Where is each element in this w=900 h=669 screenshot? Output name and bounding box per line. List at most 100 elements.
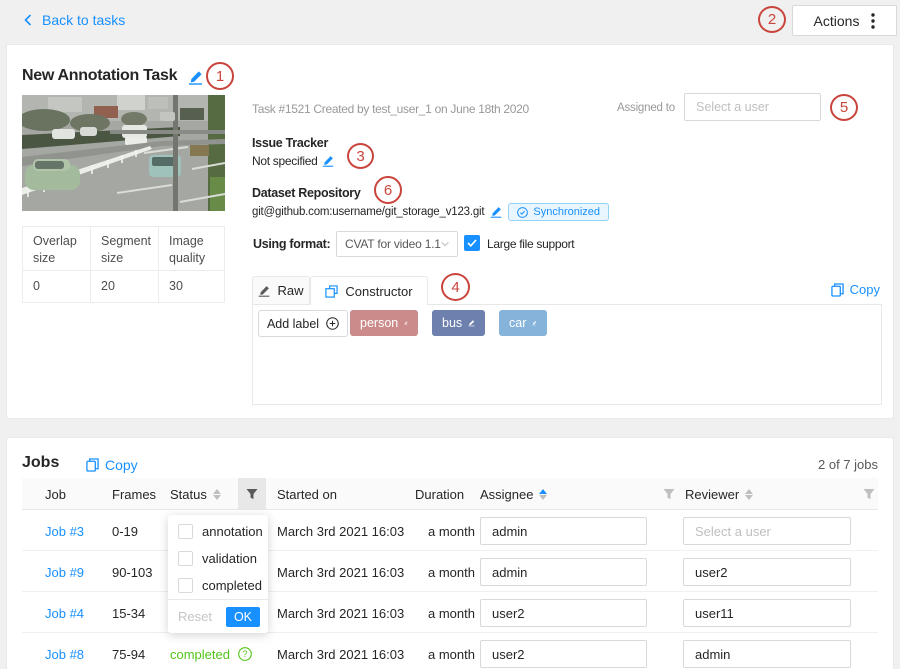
block-icon	[325, 285, 338, 298]
task-meta: Task #1521 Created by test_user_1 on Jun…	[252, 102, 529, 116]
filter-option-completed[interactable]: completed	[168, 566, 268, 593]
label-chip-bus[interactable]: bus	[432, 310, 485, 336]
filter-assignee-button[interactable]	[663, 488, 675, 503]
filter-option-annotation[interactable]: annotation	[168, 515, 268, 539]
job-started: March 3rd 2021 16:03	[277, 565, 404, 580]
edit-label-icon[interactable]	[532, 317, 537, 329]
more-vertical-icon	[871, 13, 875, 29]
copy-icon	[86, 458, 99, 472]
edit-label-icon[interactable]	[468, 317, 475, 329]
actions-button[interactable]: Actions	[792, 5, 897, 36]
jobs-table-header: Job Frames Status Started on Duration As…	[22, 478, 878, 510]
filter-icon	[863, 488, 875, 500]
job-frames: 75-94	[112, 647, 145, 662]
job-row: Job #3 0-19 March 3rd 2021 16:03 a month…	[22, 511, 878, 551]
reviewer-input[interactable]: Select a user	[683, 517, 851, 545]
dataset-repository-label: Dataset Repository	[252, 186, 361, 200]
sync-status-badge: Synchronized	[508, 203, 609, 221]
assignee-input[interactable]: user2	[480, 640, 647, 668]
col-job[interactable]: Job	[45, 478, 66, 510]
param-header-segment: Segment size	[91, 227, 159, 270]
assignee-input[interactable]: admin	[480, 517, 647, 545]
annotation-circle-4: 4	[441, 273, 470, 301]
param-value-quality: 30	[159, 271, 224, 302]
task-title: New Annotation Task	[22, 67, 177, 85]
filter-status-button[interactable]	[238, 478, 266, 510]
sort-reviewer-icon[interactable]	[745, 489, 753, 500]
issue-tracker-label: Issue Tracker	[252, 136, 328, 150]
edit-issue-tracker-icon[interactable]	[322, 155, 334, 167]
dataset-repository-value: git@github.com:username/git_storage_v123…	[252, 206, 484, 218]
sort-status-icon[interactable]	[213, 489, 221, 500]
copy-icon	[831, 283, 844, 297]
job-link[interactable]: Job #9	[45, 565, 84, 580]
assignee-input[interactable]: admin	[480, 558, 647, 586]
col-assignee[interactable]: Assignee	[480, 478, 547, 510]
labels-copy-button[interactable]: Copy	[831, 282, 880, 297]
jobs-count: 2 of 7 jobs	[760, 457, 878, 472]
back-to-tasks-link[interactable]: Back to tasks	[22, 12, 125, 28]
status-filter-dropdown: annotation validation completed Reset OK	[168, 515, 268, 633]
sort-assignee-icon[interactable]	[539, 489, 547, 500]
labels-editor: Raw Constructor Copy Add label	[252, 276, 882, 405]
filter-icon	[663, 488, 675, 500]
job-duration: a month	[428, 606, 475, 621]
assigned-to-label: Assigned to	[617, 102, 675, 114]
edit-title-icon[interactable]	[188, 70, 203, 85]
reviewer-input[interactable]: admin	[683, 640, 851, 668]
assigned-to-input[interactable]: Select a user	[684, 93, 821, 121]
checkbox[interactable]	[178, 524, 193, 539]
job-link[interactable]: Job #4	[45, 606, 84, 621]
question-circle-icon: ?	[238, 647, 252, 661]
reviewer-input[interactable]: user11	[683, 599, 851, 627]
checkbox[interactable]	[178, 551, 193, 566]
filter-option-validation[interactable]: validation	[168, 539, 268, 566]
format-select[interactable]: CVAT for video 1.1	[336, 231, 458, 257]
edit-label-icon[interactable]	[404, 317, 408, 329]
tab-raw[interactable]: Raw	[252, 276, 310, 305]
param-header-quality: Image quality	[159, 227, 224, 270]
filter-ok-button[interactable]: OK	[226, 607, 260, 627]
large-file-support-checkbox[interactable]	[464, 235, 480, 251]
assignee-input[interactable]: user2	[480, 599, 647, 627]
job-link[interactable]: Job #3	[45, 524, 84, 539]
job-frames: 90-103	[112, 565, 152, 580]
param-value-segment: 20	[91, 271, 159, 302]
job-duration: a month	[428, 524, 475, 539]
annotation-circle-6: 6	[374, 176, 402, 204]
jobs-title: Jobs	[22, 454, 59, 472]
annotation-circle-5: 5	[830, 94, 858, 121]
back-to-tasks-label: Back to tasks	[42, 12, 125, 28]
job-row: Job #4 15-34 March 3rd 2021 16:03 a mont…	[22, 593, 878, 633]
task-preview-image	[22, 95, 225, 211]
actions-label: Actions	[814, 13, 860, 29]
edit-repository-icon[interactable]	[490, 206, 502, 218]
param-header-overlap: Overlap size	[23, 227, 91, 270]
col-frames[interactable]: Frames	[112, 478, 156, 510]
annotation-circle-3: 3	[347, 143, 374, 169]
reviewer-input[interactable]: user2	[683, 558, 851, 586]
job-started: March 3rd 2021 16:03	[277, 524, 404, 539]
job-frames: 15-34	[112, 606, 145, 621]
label-chip-person[interactable]: person	[350, 310, 418, 336]
filter-reviewer-button[interactable]	[863, 488, 875, 503]
check-circle-icon	[517, 207, 528, 218]
job-link[interactable]: Job #8	[45, 647, 84, 662]
checkbox[interactable]	[178, 578, 193, 593]
job-frames: 0-19	[112, 524, 138, 539]
svg-text:?: ?	[242, 649, 247, 659]
tab-constructor[interactable]: Constructor	[310, 276, 428, 306]
annotation-circle-2: 2	[758, 6, 786, 33]
issue-tracker-value: Not specified	[252, 154, 317, 168]
col-duration[interactable]: Duration	[415, 478, 464, 510]
chevron-down-icon	[441, 241, 449, 247]
filter-reset-button[interactable]: Reset	[178, 609, 212, 624]
job-duration: a month	[428, 647, 475, 662]
col-reviewer[interactable]: Reviewer	[685, 478, 753, 510]
jobs-copy-button[interactable]: Copy	[86, 457, 138, 473]
label-chip-car[interactable]: car	[499, 310, 547, 336]
add-label-button[interactable]: Add label	[258, 310, 348, 337]
col-status[interactable]: Status	[170, 478, 221, 510]
col-started[interactable]: Started on	[277, 478, 337, 510]
job-status: completed	[170, 647, 230, 662]
